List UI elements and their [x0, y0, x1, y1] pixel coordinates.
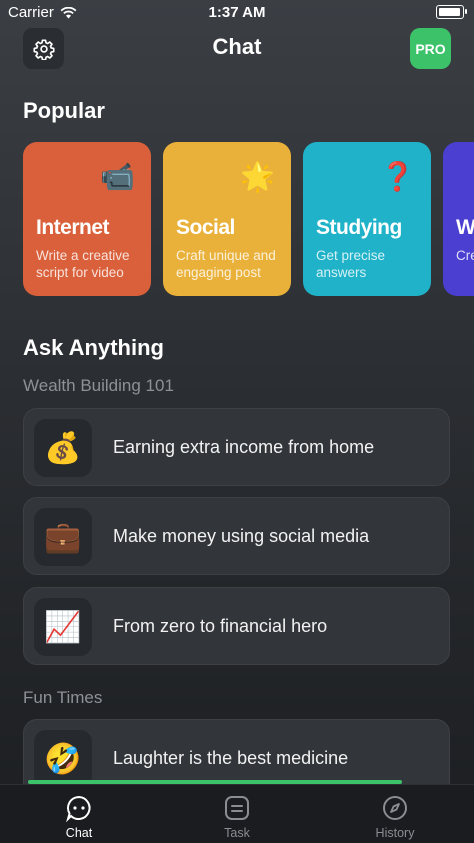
battery-icon	[436, 5, 467, 19]
tab-bar: Chat Task History	[0, 784, 474, 843]
status-bar: Carrier 1:37 AM	[0, 0, 474, 24]
clock: 1:37 AM	[208, 4, 266, 21]
page-title: Chat	[212, 34, 262, 59]
header: Chat PRO	[0, 26, 474, 70]
video-camera-icon: 📹	[100, 161, 135, 192]
card-description: Get precise answers	[316, 248, 386, 280]
tab-chat[interactable]: Chat	[19, 785, 139, 843]
task-list-icon	[225, 796, 249, 820]
tab-task[interactable]: Task	[177, 785, 297, 843]
prompt-text: Laughter is the best medicine	[113, 748, 349, 768]
compass-icon	[383, 796, 407, 820]
prompt-text: Earning extra income from home	[113, 437, 375, 457]
group-title-fun: Fun Times	[23, 688, 103, 707]
card-social[interactable]: 🌟 Social Craft unique and engaging post	[163, 142, 291, 296]
card-title: Writing	[456, 216, 474, 239]
tab-label: Chat	[65, 826, 93, 840]
tab-label: Task	[224, 826, 250, 840]
pro-upgrade-button[interactable]: PRO	[410, 28, 451, 69]
ask-anything-title: Ask Anything	[23, 335, 164, 360]
popular-section-title: Popular	[23, 98, 105, 123]
card-description: Create and finish	[456, 248, 474, 263]
chart-increasing-icon: 📈	[34, 598, 92, 656]
card-description: Craft unique and engaging post	[176, 248, 276, 280]
card-title: Internet	[36, 216, 110, 239]
money-bag-icon: 💰	[34, 419, 92, 477]
card-title: Social	[176, 216, 235, 239]
group-title-wealth: Wealth Building 101	[23, 376, 174, 395]
chat-bubble-icon	[66, 795, 91, 822]
star-icon: 🌟	[240, 161, 275, 192]
prompt-item[interactable]: 💼 Make money using social media	[23, 497, 450, 575]
prompt-item[interactable]: 💰 Earning extra income from home	[23, 408, 450, 486]
prompt-text: From zero to financial hero	[113, 616, 328, 636]
card-studying[interactable]: ❓ Studying Get precise answers	[303, 142, 431, 296]
popular-cards-carousel[interactable]: 📹 Internet Write a creative script for v…	[23, 142, 474, 298]
prompt-text: Make money using social media	[113, 526, 370, 546]
briefcase-icon: 💼	[34, 508, 92, 566]
tab-label: History	[375, 826, 415, 840]
card-title: Studying	[316, 216, 402, 239]
card-writing[interactable]: ✍️ Writing Create and finish	[443, 142, 474, 296]
card-description: Write a creative script for video	[36, 248, 130, 280]
prompt-item[interactable]: 📈 From zero to financial hero	[23, 587, 450, 665]
tab-history[interactable]: History	[335, 785, 455, 843]
question-mark-icon: ❓	[380, 161, 415, 192]
card-internet[interactable]: 📹 Internet Write a creative script for v…	[23, 142, 151, 296]
